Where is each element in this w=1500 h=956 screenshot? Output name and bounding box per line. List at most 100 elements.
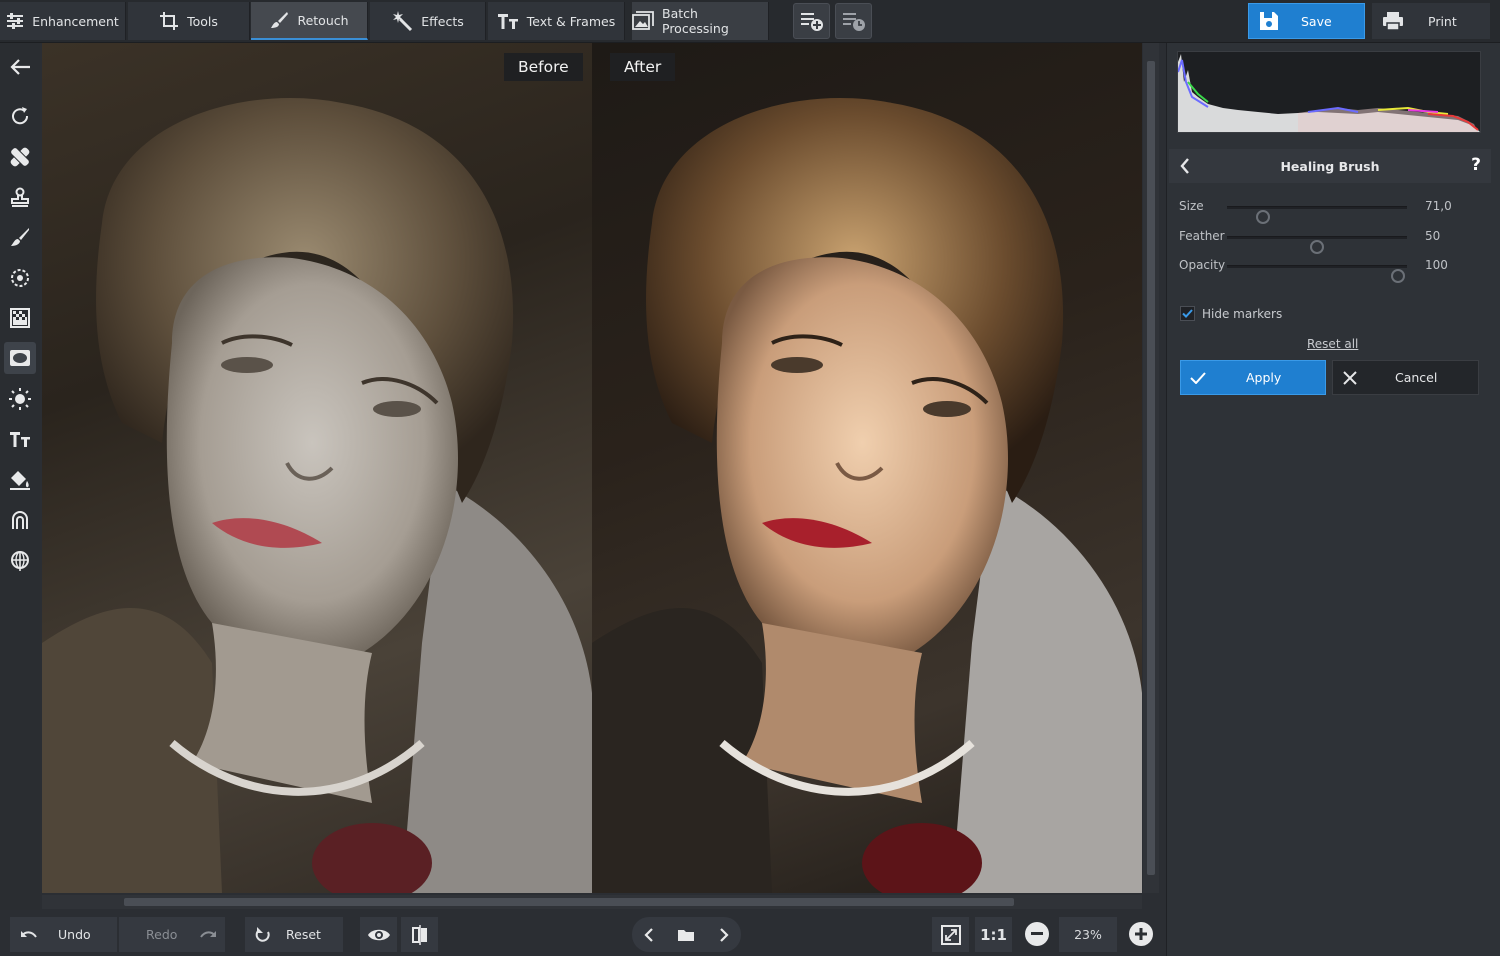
image-canvas[interactable]: Before After [42,43,1142,893]
right-settings-panel: Healing Brush ? Size 71,0 Feather 50 Opa… [1166,43,1500,956]
rotate-tool[interactable] [4,100,36,132]
size-slider[interactable]: Size 71,0 [1179,197,1479,224]
zoom-level-field[interactable]: 23% [1059,917,1117,952]
clone-stamp-tool[interactable] [4,181,36,213]
compare-view-button[interactable] [401,917,438,952]
vignette-tool[interactable] [4,342,36,374]
tab-batch-processing[interactable]: Batch Processing [632,2,769,40]
photo-editor-window: Enhancement Tools Retouch Effects Text &… [0,0,1500,956]
after-photo: After [592,43,1142,893]
folder-icon[interactable] [677,928,695,942]
paintbrush-icon [11,228,29,246]
text-tool[interactable] [4,423,36,455]
batch-settings-button[interactable] [835,3,872,39]
actual-size-button[interactable]: 1:1 [975,917,1012,952]
slider-label: Opacity [1179,258,1226,272]
vignette-icon [10,350,30,366]
hide-markers-label: Hide markers [1202,306,1283,321]
sun-icon [9,388,31,410]
scroll-thumb[interactable] [1147,61,1155,875]
preview-toggle-button[interactable] [360,917,397,952]
liquify-tool[interactable] [4,545,36,577]
slider-track[interactable] [1227,265,1407,283]
gradient-icon [10,308,30,328]
bottom-toolbar: Undo Redo Reset 1:1 23% [0,910,1166,956]
scroll-thumb[interactable] [124,898,1014,906]
hide-markers-checkbox[interactable] [1180,306,1195,321]
apply-button[interactable]: Apply [1180,360,1326,395]
slider-value: 71,0 [1425,199,1452,213]
tab-label: Retouch [297,12,349,28]
undo-label: Undo [58,927,91,942]
file-navigation-group [632,917,741,952]
reset-button[interactable]: Reset [245,917,343,952]
images-icon [632,11,654,30]
paint-bucket-icon [10,471,30,490]
horizontal-scrollbar[interactable] [42,895,1142,909]
tab-label: Text & Frames [526,13,616,29]
tab-label: Tools [187,13,218,29]
fill-tool[interactable] [4,464,36,496]
slider-track[interactable] [1227,206,1407,224]
chevron-right-icon[interactable] [719,927,729,942]
bandage-icon [10,147,30,167]
rotate-icon [12,107,29,125]
feather-slider[interactable]: Feather 50 [1179,227,1479,254]
print-button[interactable]: Print [1372,3,1490,39]
chevron-left-icon[interactable] [1179,157,1191,175]
before-label: Before [504,53,583,81]
apply-label: Apply [1246,370,1282,385]
floppy-disk-icon [1260,12,1278,30]
checkmark-icon [1190,371,1206,384]
healing-brush-tool[interactable] [4,141,36,173]
text-icon [10,432,30,447]
tab-retouch[interactable]: Retouch [251,2,368,40]
slider-value: 50 [1425,229,1441,243]
reset-label: Reset [286,927,321,942]
redo-button[interactable]: Redo [119,917,225,952]
slider-track[interactable] [1227,236,1407,254]
minus-icon [1031,932,1043,935]
left-tool-strip [0,43,40,956]
plus-icon [1135,928,1147,940]
tab-tools[interactable]: Tools [128,2,250,40]
help-button[interactable]: ? [1471,155,1481,175]
tab-enhancement[interactable]: Enhancement [0,2,126,40]
undo-icon [21,930,37,938]
redo-label: Redo [146,927,178,942]
tab-effects[interactable]: Effects [370,2,486,40]
slider-label: Feather [1179,229,1225,243]
brush-tool[interactable] [4,221,36,253]
tab-text-frames[interactable]: Text & Frames [488,2,625,40]
add-to-batch-button[interactable] [793,3,830,39]
reset-icon [255,926,270,942]
zoom-in-button[interactable] [1129,922,1153,946]
gradient-tool[interactable] [4,302,36,334]
cancel-button[interactable]: Cancel [1332,360,1479,395]
slider-knob[interactable] [1391,269,1405,283]
magic-wand-icon [393,11,413,32]
save-button[interactable]: Save [1248,3,1365,39]
reset-all-link[interactable]: Reset all [1307,337,1358,351]
sliders-icon [7,13,24,29]
chevron-left-icon[interactable] [644,927,654,942]
fit-to-screen-button[interactable] [932,917,969,952]
light-tool[interactable] [4,383,36,415]
back-button[interactable] [4,51,36,83]
redo-icon [200,930,217,938]
fit-screen-icon [940,924,961,945]
red-eye-tool[interactable] [4,504,36,536]
tab-label: Batch Processing [662,6,729,36]
zoom-out-button[interactable] [1025,922,1049,946]
checkmark-icon [1182,309,1193,318]
panel-title: Healing Brush [1280,158,1380,174]
text-icon [497,14,518,29]
radial-tool[interactable] [4,262,36,294]
opacity-slider[interactable]: Opacity 100 [1179,256,1479,283]
slider-knob[interactable] [1256,210,1270,224]
undo-button[interactable]: Undo [10,917,117,952]
vertical-scrollbar[interactable] [1143,43,1159,893]
hide-markers-option[interactable]: Hide markers [1180,306,1282,321]
tab-label: Enhancement [32,13,119,29]
slider-knob[interactable] [1310,240,1324,254]
